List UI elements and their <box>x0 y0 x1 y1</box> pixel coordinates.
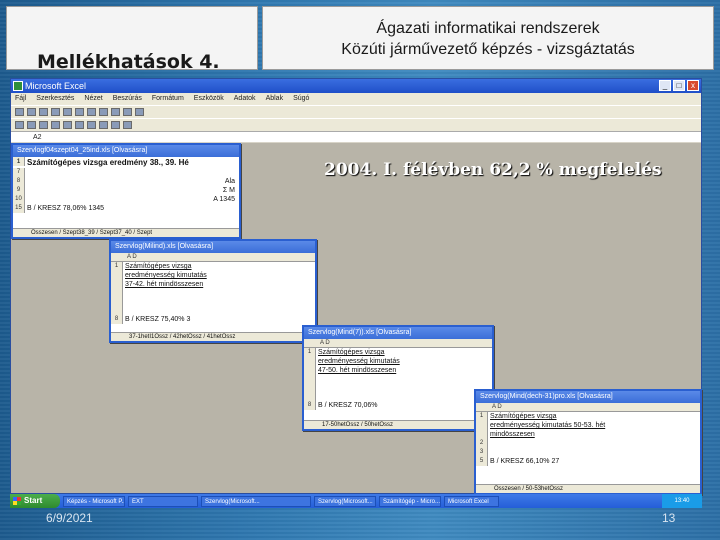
sum-icon[interactable] <box>111 108 120 116</box>
table-row[interactable]: 8B / KRESZ 75,40% 3 <box>111 315 315 324</box>
table-row[interactable]: 1 Számítógépes vizsga eredmény 38., 39. H… <box>13 157 239 168</box>
font-color-icon[interactable] <box>123 121 132 129</box>
slide-page-number: 13 <box>662 511 676 525</box>
table-row[interactable]: mindösszesen <box>476 430 700 439</box>
cut-icon[interactable] <box>63 108 72 116</box>
excel-titlebar: Microsoft Excel _ □ x <box>11 79 701 93</box>
bold-icon[interactable] <box>15 121 24 129</box>
excel-app-icon <box>13 81 23 91</box>
formula-bar[interactable]: A2 <box>11 131 701 142</box>
table-row[interactable]: eredményesség kimutatás <box>111 271 315 280</box>
windows-taskbar: Start Képzés - Microsoft P... EXT Szervl… <box>10 494 702 508</box>
workbook-2-titlebar[interactable]: Szervlog(Milind).xls [Olvasásra] <box>111 241 315 253</box>
taskbar-item[interactable]: Szervlog(Microsoft... <box>314 495 376 507</box>
table-row[interactable]: 47-50. hét mindösszesen <box>304 366 492 375</box>
print-icon[interactable] <box>51 108 60 116</box>
sort-icon[interactable] <box>123 108 132 116</box>
table-row[interactable]: 10 A 1345 <box>13 195 239 204</box>
excel-screenshot: Microsoft Excel _ □ x Fájl Szerkesztés N… <box>10 78 702 495</box>
minimize-button[interactable]: _ <box>659 80 671 91</box>
italic-icon[interactable] <box>27 121 36 129</box>
table-row[interactable]: eredményesség kimutatás <box>304 357 492 366</box>
table-row[interactable]: 1 Számítógépes vizsga <box>476 412 700 421</box>
table-row[interactable]: 9Σ M <box>13 186 239 195</box>
table-row[interactable]: eredményesség kimutatás 50-53. hét <box>476 421 700 430</box>
menu-insert[interactable]: Beszúrás <box>113 93 142 105</box>
section-title-box: Mellékhatások 4. <box>6 6 258 73</box>
table-row[interactable]: 5B / KRESZ 66,10% 27 <box>476 457 700 466</box>
sheet-tabs[interactable]: 17-50hetOssz / 50hetOssz <box>304 420 492 429</box>
workbook-window-4[interactable]: Szervlog(Mind(dech-31)pro.xls [Olvasásra… <box>474 389 702 495</box>
workbook-window-2[interactable]: Szervlog(Milind).xls [Olvasásra] A D 1 Sz… <box>109 239 317 343</box>
section-title: Mellékhatások 4. <box>37 51 220 73</box>
menu-window[interactable]: Ablak <box>266 93 284 105</box>
system-tray-clock: 13:40 <box>662 494 702 508</box>
menu-bar: Fájl Szerkesztés Nézet Beszúrás Formátum… <box>11 93 701 105</box>
paste-icon[interactable] <box>87 108 96 116</box>
menu-edit[interactable]: Szerkesztés <box>36 93 74 105</box>
new-icon[interactable] <box>15 108 24 116</box>
table-row[interactable] <box>111 289 315 315</box>
menu-help[interactable]: Súgó <box>293 93 309 105</box>
menu-format[interactable]: Formátum <box>152 93 184 105</box>
workbook-window-1[interactable]: Szervlogf04szept04_25ind.xls [Olvasásra]… <box>11 143 241 239</box>
table-row[interactable] <box>304 375 492 401</box>
table-row[interactable]: 8B / KRESZ 70,06% <box>304 401 492 410</box>
border-icon[interactable] <box>99 121 108 129</box>
table-row[interactable]: 15 B / KRESZ 78,06% 1345 <box>13 204 239 213</box>
standard-toolbar <box>11 105 701 118</box>
table-row[interactable]: 2 <box>476 439 700 448</box>
format-toolbar <box>11 118 701 131</box>
copy-icon[interactable] <box>75 108 84 116</box>
column-header: A D <box>476 403 700 412</box>
column-header: A D <box>111 253 315 262</box>
window-controls: _ □ x <box>659 80 699 91</box>
slide-date: 6/9/2021 <box>46 511 93 525</box>
sheet-tabs[interactable]: Összesen / 50-53hetOssz <box>476 484 700 493</box>
sheet-tabs[interactable]: 37-1hetI1Ossz / 42hetOssz / 41hetOssz <box>111 332 315 341</box>
excel-app-title: Microsoft Excel <box>25 81 87 91</box>
table-row[interactable]: 1 Számítógépes vizsga <box>111 262 315 271</box>
chart-icon[interactable] <box>135 108 144 116</box>
menu-data[interactable]: Adatok <box>234 93 256 105</box>
maximize-button[interactable]: □ <box>673 80 685 91</box>
workbook-1-titlebar[interactable]: Szervlogf04szept04_25ind.xls [Olvasásra] <box>13 145 239 157</box>
table-row[interactable]: 8 Ala <box>13 177 239 186</box>
align-right-icon[interactable] <box>75 121 84 129</box>
menu-view[interactable]: Nézet <box>84 93 102 105</box>
percent-icon[interactable] <box>87 121 96 129</box>
close-button[interactable]: x <box>687 80 699 91</box>
undo-icon[interactable] <box>99 108 108 116</box>
sheet-tabs[interactable]: Összesen / Szept38_39 / Szept37_40 / Sze… <box>13 228 239 237</box>
save-icon[interactable] <box>39 108 48 116</box>
excel-workspace: Szervlogf04szept04_25ind.xls [Olvasásra]… <box>11 143 702 495</box>
workbook-3-titlebar[interactable]: Szervlog(Mind(7)).xls [Olvasásra] <box>304 327 492 339</box>
align-left-icon[interactable] <box>51 121 60 129</box>
header-line-2: Közúti járművezető képzés - vizsgáztatás <box>341 41 635 58</box>
open-icon[interactable] <box>27 108 36 116</box>
taskbar-item[interactable]: EXT <box>128 495 198 507</box>
taskbar-item[interactable]: Számítógép - Micro... <box>379 495 441 507</box>
workbook-4-titlebar[interactable]: Szervlog(Mind(dech-31)pro.xls [Olvasásra… <box>476 391 700 403</box>
slide-header: Ágazati informatikai rendszerek Közúti j… <box>262 6 714 70</box>
start-button[interactable]: Start <box>10 494 60 508</box>
underline-icon[interactable] <box>39 121 48 129</box>
table-row[interactable]: 1 Számítógépes vizsga <box>304 348 492 357</box>
menu-file[interactable]: Fájl <box>15 93 26 105</box>
name-box[interactable]: A2 <box>33 134 42 141</box>
taskbar-item[interactable]: Képzés - Microsoft P... <box>63 495 125 507</box>
taskbar-item[interactable]: Microsoft Excel <box>444 495 499 507</box>
taskbar-item[interactable]: Szervlog(Microsoft... <box>201 495 311 507</box>
table-row[interactable]: 3 <box>476 448 700 457</box>
fill-color-icon[interactable] <box>111 121 120 129</box>
menu-tools[interactable]: Eszközök <box>194 93 224 105</box>
table-row[interactable]: 7 <box>13 168 239 177</box>
table-row[interactable]: 37-42. hét mindösszesen <box>111 280 315 289</box>
align-center-icon[interactable] <box>63 121 72 129</box>
header-line-1: Ágazati informatikai rendszerek <box>376 20 600 37</box>
highlight-text: 2004. I. félévben 62,2 % megfelelés <box>324 160 662 180</box>
workbook-window-3[interactable]: Szervlog(Mind(7)).xls [Olvasásra] A D 1S… <box>302 325 494 431</box>
column-header: A D <box>304 339 492 348</box>
